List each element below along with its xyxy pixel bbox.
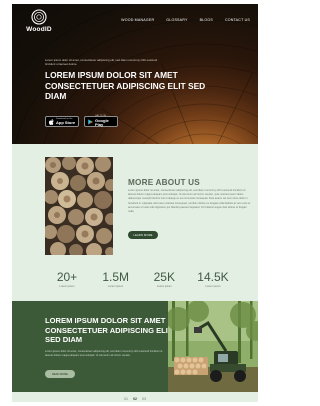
stat-value: 25K bbox=[153, 270, 175, 284]
forestry-harvester-photo bbox=[168, 301, 258, 392]
stat-item: 14.5K Lorem ipsum bbox=[191, 270, 235, 289]
google-play-icon bbox=[88, 118, 93, 125]
stat-value: 14.5K bbox=[197, 270, 229, 284]
apple-icon bbox=[49, 118, 54, 125]
about-title: MORE ABOUT US bbox=[128, 178, 200, 187]
app-store-label: App Store bbox=[56, 119, 76, 125]
stat-label: Lorem ipsum bbox=[156, 285, 172, 288]
hero-subtitle: Lorem ipsum dolor sit amet, consectetuer… bbox=[45, 58, 158, 66]
nav-blogs[interactable]: BLOGS bbox=[200, 18, 213, 22]
hero-title: LOREM IPSUM DOLOR SIT AMET CONSECTETUER … bbox=[45, 70, 206, 101]
stat-label: Lorem ipsum bbox=[205, 285, 221, 288]
landing-page: WoodID WOOD MANAGER GLOSSARY BLOGS CONTA… bbox=[12, 4, 258, 402]
logo[interactable]: WoodID bbox=[24, 9, 54, 33]
log-pile-photo bbox=[45, 157, 113, 255]
page-1[interactable]: 01 bbox=[124, 397, 128, 401]
stat-item: 20+ Lorem ipsum bbox=[45, 270, 89, 289]
stat-value: 20+ bbox=[56, 270, 78, 284]
feature-band: LOREM IPSUM DOLOR SIT AMET CONSECTETUER … bbox=[12, 301, 258, 392]
pagination: 01 02 03 bbox=[124, 397, 146, 401]
store-badges: Download on the App Store GET IT ON Goog… bbox=[45, 115, 118, 128]
stat-value: 1.5M bbox=[102, 270, 129, 284]
nav-wood-manager[interactable]: WOOD MANAGER bbox=[121, 18, 154, 22]
top-nav: WOOD MANAGER GLOSSARY BLOGS CONTACT US bbox=[121, 18, 250, 22]
stat-item: 25K Lorem ipsum bbox=[142, 270, 186, 289]
stat-label: Lorem ipsum bbox=[59, 285, 75, 288]
wood-rings-logo-icon bbox=[31, 9, 47, 25]
app-store-button[interactable]: Download on the App Store bbox=[45, 116, 79, 127]
google-play-label: Google Play bbox=[95, 117, 109, 128]
stats-row: 20+ Lorem ipsum 1.5M Lorem ipsum 25K Lor… bbox=[45, 270, 235, 289]
page-2[interactable]: 02 bbox=[133, 397, 137, 401]
learn-more-button[interactable]: LEARN MORE bbox=[128, 231, 158, 239]
about-text: Lorem ipsum dolor sit amet, consectetuer… bbox=[128, 189, 251, 214]
nav-glossary[interactable]: GLOSSARY bbox=[166, 18, 187, 22]
google-play-button[interactable]: GET IT ON Google Play bbox=[84, 115, 118, 128]
stat-label: Lorem ipsum bbox=[108, 285, 124, 288]
hero-section: WoodID WOOD MANAGER GLOSSARY BLOGS CONTA… bbox=[12, 4, 258, 144]
page-3[interactable]: 03 bbox=[142, 397, 146, 401]
read-more-button[interactable]: READ MORE bbox=[45, 370, 75, 378]
stat-item: 1.5M Lorem ipsum bbox=[94, 270, 138, 289]
nav-contact-us[interactable]: CONTACT US bbox=[225, 18, 250, 22]
logo-text: WoodID bbox=[26, 26, 52, 33]
band-title: LOREM IPSUM DOLOR SIT AMET CONSECTETUER … bbox=[45, 316, 173, 345]
band-text: Lorem ipsum dolor sit amet, consectetuer… bbox=[45, 350, 163, 358]
